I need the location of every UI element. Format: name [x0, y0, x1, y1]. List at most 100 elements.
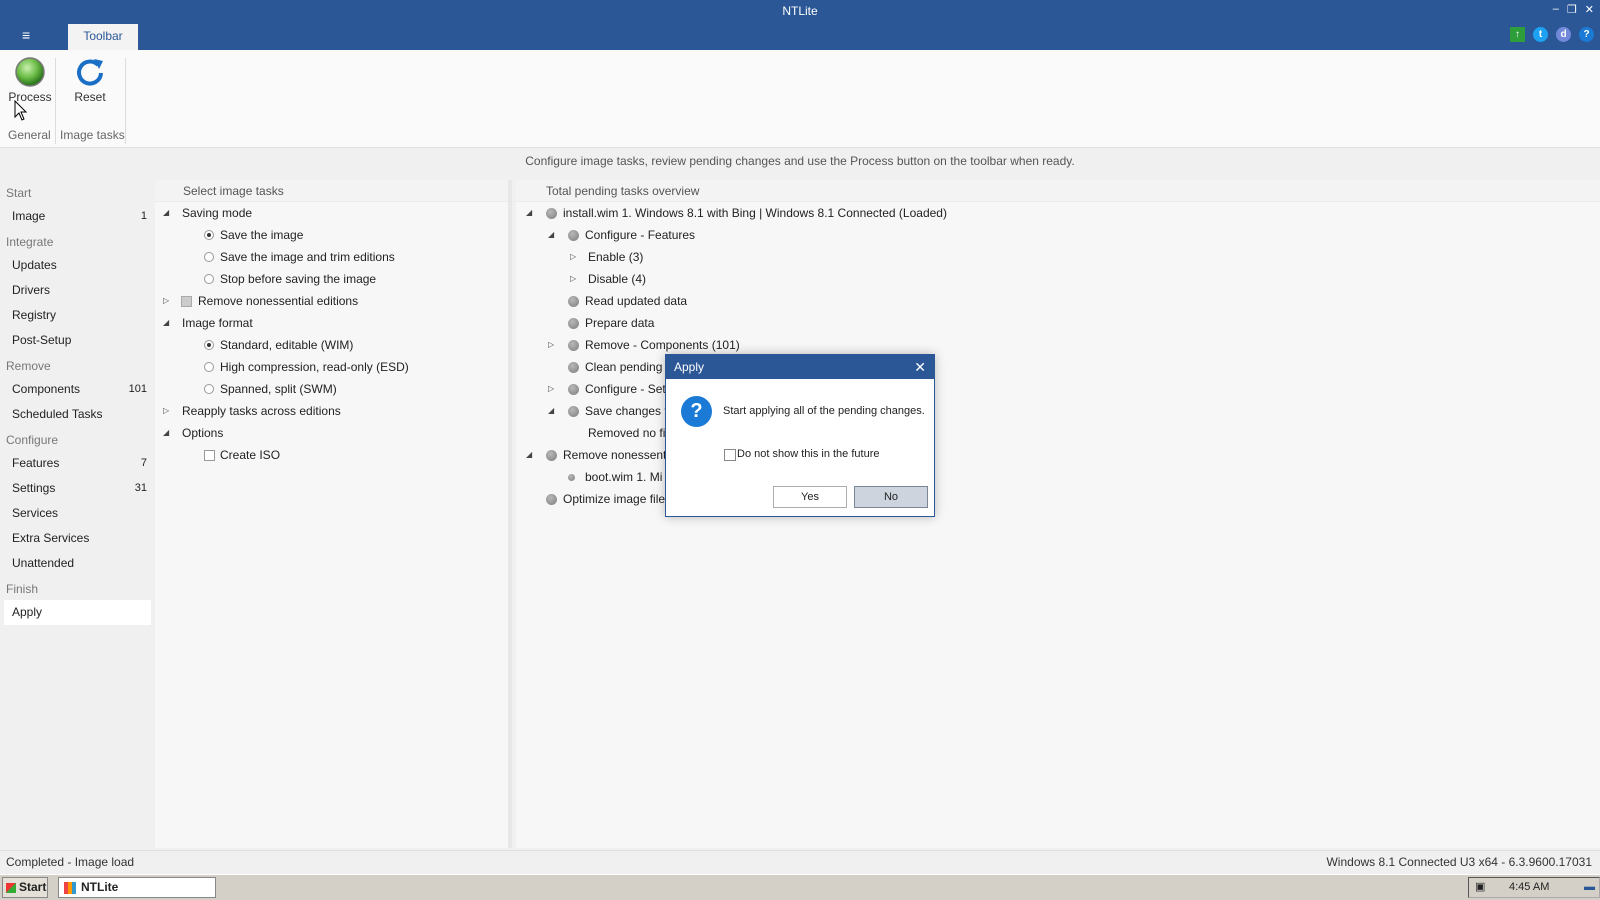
sidebar-item-label: Extra Services: [12, 531, 90, 545]
twitter-icon[interactable]: t: [1533, 27, 1548, 42]
discord-icon[interactable]: d: [1556, 27, 1571, 42]
node-label: Save changes to: [585, 404, 675, 418]
tree-node-options[interactable]: ◢ Options: [155, 422, 508, 444]
radio-button[interactable]: [204, 384, 214, 394]
radio-esd[interactable]: High compression, read-only (ESD): [155, 356, 508, 378]
sidebar-item-apply[interactable]: Apply: [4, 600, 151, 625]
status-dot-icon: [568, 318, 579, 329]
collapse-triangle-icon[interactable]: ◢: [163, 202, 169, 224]
node-label: Removed no fi: [588, 426, 666, 440]
checkbox[interactable]: [181, 296, 192, 307]
expand-triangle-icon[interactable]: ▷: [570, 268, 576, 290]
process-button[interactable]: Process: [4, 56, 56, 104]
tree-node[interactable]: Read updated data: [516, 290, 1600, 312]
help-icon[interactable]: ?: [1579, 27, 1594, 42]
sidebar-section-finish: Finish: [6, 582, 39, 596]
radio-label: Save the image and trim editions: [220, 250, 395, 264]
sidebar-item-image[interactable]: Image 1: [0, 204, 155, 229]
radio-wim[interactable]: Standard, editable (WIM): [155, 334, 508, 356]
sidebar-item-label: Settings: [12, 481, 56, 495]
node-label: Configure - Features: [585, 228, 696, 242]
close-icon[interactable]: ✕: [1585, 3, 1594, 16]
sidebar-item-updates[interactable]: Updates: [0, 253, 155, 278]
sidebar-item-scheduled-tasks[interactable]: Scheduled Tasks: [0, 402, 155, 427]
radio-stop-before[interactable]: Stop before saving the image: [155, 268, 508, 290]
tree-node-saving-mode[interactable]: ◢ Saving mode: [155, 202, 508, 224]
sidebar-item-label: Post-Setup: [12, 333, 72, 347]
no-button[interactable]: No: [854, 486, 928, 508]
tree-node[interactable]: ▷ Remove - Components (101): [516, 334, 1600, 356]
network-icon[interactable]: ▣: [1475, 878, 1485, 897]
dialog-message: Start applying all of the pending change…: [723, 405, 925, 417]
collapse-triangle-icon[interactable]: ◢: [163, 312, 169, 334]
info-text: Configure image tasks, review pending ch…: [525, 154, 1075, 168]
node-label: Enable (3): [588, 250, 644, 264]
collapse-triangle-icon[interactable]: ◢: [548, 224, 554, 246]
restore-icon[interactable]: ❐: [1567, 3, 1577, 16]
radio-button[interactable]: [204, 362, 214, 372]
radio-swm[interactable]: Spanned, split (SWM): [155, 378, 508, 400]
radio-button[interactable]: [204, 340, 214, 350]
radio-button[interactable]: [204, 252, 214, 262]
node-label: boot.wim 1. Mi: [585, 470, 663, 484]
process-orb-icon: [15, 57, 45, 87]
expand-triangle-icon[interactable]: ▷: [163, 290, 169, 312]
tree-node[interactable]: ▷ Disable (4): [516, 268, 1600, 290]
expand-triangle-icon[interactable]: ▷: [548, 378, 554, 400]
collapse-triangle-icon[interactable]: ◢: [526, 202, 532, 224]
radio-button[interactable]: [204, 230, 214, 240]
sidebar-item-registry[interactable]: Registry: [0, 303, 155, 328]
tree-node-remove-nonessential[interactable]: ▷ Remove nonessential editions: [155, 290, 508, 312]
tree-node[interactable]: Prepare data: [516, 312, 1600, 334]
status-right-text: Windows 8.1 Connected U3 x64 - 6.3.9600.…: [1326, 855, 1592, 869]
tree-node-reapply[interactable]: ▷ Reapply tasks across editions: [155, 400, 508, 422]
taskbar-app-ntlite[interactable]: NTLite: [58, 877, 216, 898]
tree-node-image-format[interactable]: ◢ Image format: [155, 312, 508, 334]
status-dot-icon: [568, 230, 579, 241]
status-dot-icon: [568, 406, 579, 417]
sidebar-item-features[interactable]: Features 7: [0, 451, 155, 476]
sidebar-item-extra-services[interactable]: Extra Services: [0, 526, 155, 551]
node-label: Clean pending: [585, 360, 663, 374]
node-label: install.wim 1. Windows 8.1 with Bing | W…: [563, 206, 947, 220]
minimize-icon[interactable]: –: [1553, 3, 1559, 16]
sidebar-item-count: 31: [134, 482, 147, 494]
dialog-close-icon[interactable]: ✕: [914, 355, 926, 379]
refresh-icon: [77, 59, 103, 86]
reset-label: Reset: [74, 90, 106, 104]
status-dot-icon: [568, 296, 579, 307]
tab-toolbar[interactable]: Toolbar: [68, 24, 138, 50]
sidebar-item-post-setup[interactable]: Post-Setup: [0, 328, 155, 353]
radio-save-image[interactable]: Save the image: [155, 224, 508, 246]
tree-node[interactable]: ◢ install.wim 1. Windows 8.1 with Bing |…: [516, 202, 1600, 224]
group-label-general: General: [8, 128, 51, 142]
reset-button[interactable]: Reset: [64, 56, 116, 104]
expand-triangle-icon[interactable]: ▷: [548, 334, 554, 356]
sidebar-item-unattended[interactable]: Unattended: [0, 551, 155, 576]
start-button[interactable]: Start: [2, 877, 48, 898]
hamburger-menu-icon[interactable]: ≡: [22, 28, 30, 42]
dont-show-checkbox[interactable]: Do not show this in the future: [724, 448, 879, 461]
collapse-triangle-icon[interactable]: ◢: [548, 400, 554, 422]
sidebar-item-drivers[interactable]: Drivers: [0, 278, 155, 303]
checkbox[interactable]: [204, 450, 215, 461]
tree-node[interactable]: ▷ Enable (3): [516, 246, 1600, 268]
sidebar-item-settings[interactable]: Settings 31: [0, 476, 155, 501]
radio-save-trim[interactable]: Save the image and trim editions: [155, 246, 508, 268]
yes-button[interactable]: Yes: [773, 486, 847, 508]
update-arrow-icon[interactable]: ↑: [1510, 27, 1525, 42]
radio-button[interactable]: [204, 274, 214, 284]
show-desktop-icon[interactable]: ▬: [1584, 878, 1595, 897]
tree-node[interactable]: ◢ Configure - Features: [516, 224, 1600, 246]
sidebar-item-label: Drivers: [12, 283, 50, 297]
status-dot-icon: [568, 474, 575, 481]
expand-triangle-icon[interactable]: ▷: [163, 400, 169, 422]
collapse-triangle-icon[interactable]: ◢: [163, 422, 169, 444]
sidebar-item-services[interactable]: Services: [0, 501, 155, 526]
collapse-triangle-icon[interactable]: ◢: [526, 444, 532, 466]
window-controls: – ❐ ✕: [1553, 3, 1594, 16]
checkbox-create-iso[interactable]: Create ISO: [155, 444, 508, 466]
expand-triangle-icon[interactable]: ▷: [570, 246, 576, 268]
sidebar-item-components[interactable]: Components 101: [0, 377, 155, 402]
status-dot-icon: [568, 384, 579, 395]
